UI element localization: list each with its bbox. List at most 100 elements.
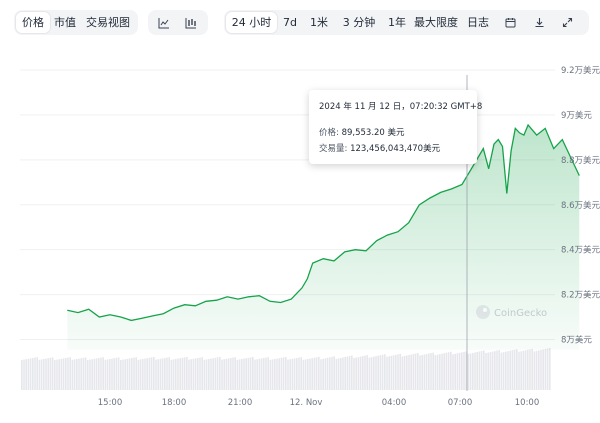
volume-bar <box>29 358 32 390</box>
volume-bar <box>139 359 142 390</box>
volume-bar <box>106 359 109 390</box>
volume-bar <box>507 351 509 390</box>
x-tick-label: 07:00 <box>448 398 473 408</box>
tab-market-cap[interactable]: 市值 <box>50 12 80 33</box>
volume-bar <box>335 358 338 390</box>
volume-bar <box>161 358 164 390</box>
volume-bar <box>421 355 423 390</box>
x-tick-label: 18:00 <box>162 398 187 408</box>
range-max[interactable]: 最大限度 <box>411 12 461 33</box>
volume-bar <box>399 353 401 390</box>
volume-bar <box>535 350 538 390</box>
volume-bar <box>425 354 428 390</box>
expand-icon <box>562 17 572 28</box>
volume-bar <box>445 352 448 390</box>
volume-bar <box>458 352 461 390</box>
volume-bar <box>205 359 208 390</box>
y-tick-label: 8.4万美元 <box>561 245 600 256</box>
volume-bar <box>38 359 41 390</box>
volume-bar <box>234 357 236 390</box>
tooltip-price-label: 价格: <box>319 128 339 138</box>
volume-bar <box>414 353 417 390</box>
volume-bar <box>67 357 69 390</box>
tooltip-datetime: 2024 年 11 月 12 日，07:20:32 GMT+8 <box>319 102 483 112</box>
volume-bar <box>377 355 379 390</box>
volume-bar <box>186 357 188 390</box>
volume-bar <box>223 359 225 390</box>
volume-bar <box>362 356 364 390</box>
volume-bar <box>21 360 23 390</box>
volume-bar <box>219 357 221 390</box>
volume-bar <box>348 355 351 390</box>
volume-bar <box>408 354 410 390</box>
volume-bar <box>485 353 487 390</box>
range-1y[interactable]: 1年 <box>383 12 411 33</box>
volume-bar <box>197 358 199 390</box>
download-icon <box>535 18 543 28</box>
log-scale-button[interactable]: 日志 <box>461 12 495 33</box>
volume-bar <box>384 354 386 390</box>
calendar-button[interactable] <box>495 12 525 33</box>
volume-bar <box>375 356 377 390</box>
tooltip-price-row: 价格: 89,553.20 美元 <box>319 126 405 138</box>
volume-bar <box>73 359 76 390</box>
volume-bar <box>172 359 175 390</box>
volume-bar <box>304 359 307 390</box>
volume-bar <box>58 359 60 390</box>
volume-bar <box>238 359 241 390</box>
volume-bar <box>469 353 472 390</box>
volume-bar <box>456 353 459 390</box>
volume-bar <box>252 357 254 390</box>
volume-bar <box>230 358 232 390</box>
volume-bar <box>245 358 247 390</box>
range-1m[interactable]: 1米 <box>303 12 335 33</box>
x-tick-label: 21:00 <box>228 398 253 408</box>
range-24h[interactable]: 24 小时 <box>226 12 277 33</box>
volume-bar <box>45 358 47 390</box>
volume-bar <box>472 352 474 390</box>
volume-bar <box>344 356 346 390</box>
volume-bar <box>392 355 395 390</box>
download-button[interactable] <box>525 12 553 33</box>
watermark-text: CoinGecko <box>494 308 547 319</box>
volume-bar <box>518 351 520 390</box>
volume-bar <box>155 359 157 390</box>
coingecko-watermark: CoinGecko <box>476 305 547 319</box>
calendar-icon <box>505 18 515 28</box>
line-chart-button[interactable] <box>150 12 177 33</box>
volume-bar <box>111 358 113 390</box>
volume-bar <box>531 348 533 390</box>
volume-bar <box>302 359 305 390</box>
fullscreen-button[interactable] <box>553 12 581 33</box>
y-tick-label: 9万美元 <box>561 110 592 121</box>
volume-bar <box>500 352 503 390</box>
range-3m[interactable]: 3 分钟 <box>335 12 383 33</box>
volume-bar <box>487 352 489 390</box>
volume-bar <box>54 360 56 390</box>
volume-bar <box>102 357 104 390</box>
volume-bar <box>137 359 140 390</box>
volume-bar <box>309 358 311 390</box>
volume-bar <box>450 351 452 390</box>
range-7d[interactable]: 7d <box>277 12 303 33</box>
candlestick-chart-button[interactable] <box>177 12 204 33</box>
tab-trading-view[interactable]: 交易视图 <box>80 12 136 33</box>
price-chart[interactable]: 8万美元 8.2万美元 8.4万美元 8.6万美元 8.8万美元 9万美元 9.2万美元 1… <box>0 50 600 423</box>
y-tick-label: 9.2万美元 <box>561 65 600 76</box>
volume-bar <box>236 359 239 390</box>
volume-bar <box>146 358 148 390</box>
volume-bar <box>49 357 52 390</box>
volume-bar <box>249 357 252 390</box>
volume-bar <box>351 355 353 390</box>
volume-bar <box>379 355 382 390</box>
volume-bar <box>271 359 274 390</box>
y-tick-label: 8.2万美元 <box>561 290 600 301</box>
volume-bar <box>225 358 228 390</box>
volume-bar <box>40 359 43 390</box>
volume-bar <box>505 351 507 390</box>
volume-bar <box>84 357 87 390</box>
chart-type-group <box>148 10 208 35</box>
y-tick-label: 8.6万美元 <box>561 200 600 211</box>
volume-bar <box>412 353 415 390</box>
tab-price[interactable]: 价格 <box>16 12 50 33</box>
